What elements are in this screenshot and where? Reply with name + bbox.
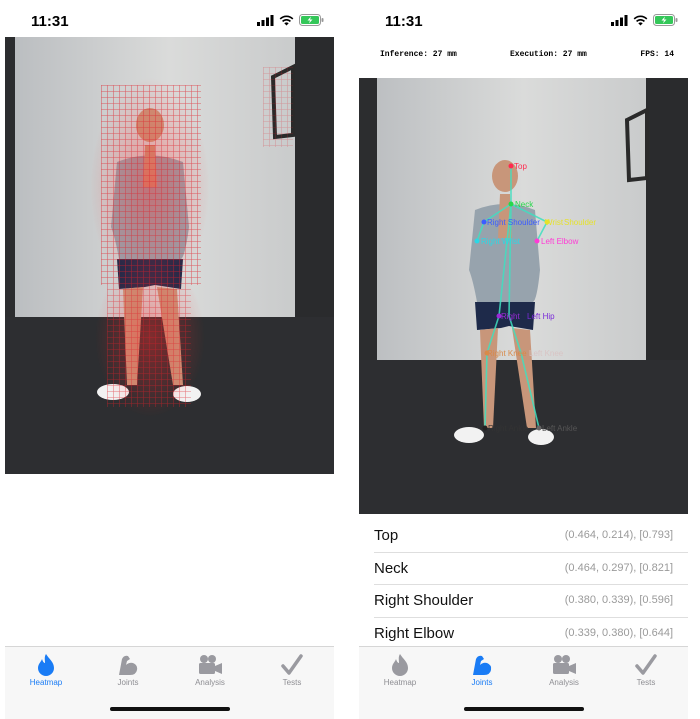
label-right-hip: Right [501, 312, 520, 321]
label-top: Top [514, 162, 527, 171]
label-neck: Neck [515, 200, 534, 209]
camera-heatmap-view [5, 37, 334, 474]
joint-value: (0.380, 0.339), [0.596] [564, 594, 673, 606]
label-left-elbow: Left Elbow [541, 237, 579, 246]
home-indicator[interactable] [110, 707, 230, 711]
joint-value: (0.464, 0.297), [0.821] [564, 561, 673, 574]
label-right-knee: Right Knee [487, 349, 527, 358]
joint-value: (0.464, 0.214), [0.793] [564, 529, 673, 541]
inference-time: Inference: 27 mm [380, 50, 457, 59]
status-time: 11:31 [385, 13, 423, 30]
tab-heatmap[interactable]: Heatmap [359, 647, 441, 697]
label-left-knee: Left Knee [529, 349, 564, 358]
label-wrist: Wrist [545, 218, 564, 227]
label-right-ankle: Right Ankle [488, 424, 529, 433]
label-right-shoulder: Right Shoulder [487, 218, 540, 227]
battery-charging-icon [653, 14, 678, 26]
joint-name: Right Shoulder [374, 592, 474, 609]
checkmark-icon [635, 654, 657, 675]
tab-analysis[interactable]: Analysis [169, 647, 251, 697]
joints-screen: 11:31 Inference: 27 mm Execution: 27 mm … [359, 0, 688, 719]
execution-time: Execution: 27 mm [510, 50, 587, 59]
joint-value: (0.339, 0.380), [0.644] [564, 626, 673, 639]
joint-name: Neck [374, 559, 409, 577]
tab-analysis[interactable]: Analysis [523, 647, 605, 697]
label-shoulder: Shoulder [564, 218, 596, 227]
joint-list: Top (0.464, 0.214), [0.793] Neck (0.464,… [359, 520, 688, 650]
flexed-arm-icon [119, 655, 138, 675]
camera-joints-view: Top Neck Right Shoulder Wrist Shoulder R… [359, 78, 688, 514]
tab-heatmap[interactable]: Heatmap [5, 647, 87, 697]
cellular-signal-icon [257, 14, 274, 26]
tab-joints[interactable]: Joints [87, 647, 169, 697]
pose-photo [5, 37, 334, 474]
cellular-signal-icon [611, 14, 628, 26]
status-time: 11:31 [31, 13, 69, 30]
battery-charging-icon [299, 14, 324, 26]
label-left-ankle: Left Ankle [542, 424, 578, 433]
performance-metrics: Inference: 27 mm Execution: 27 mm FPS: 1… [359, 46, 688, 66]
checkmark-icon [281, 654, 303, 675]
tab-bar: Heatmap Joints Analysis Tests [359, 646, 688, 719]
tab-bar: Heatmap Joints Analysis Tests [5, 646, 334, 719]
video-camera-icon [199, 655, 222, 674]
status-bar: 11:31 [359, 0, 688, 38]
home-indicator[interactable] [464, 707, 584, 711]
flame-icon [392, 654, 408, 676]
tab-tests[interactable]: Tests [251, 647, 333, 697]
flexed-arm-icon [473, 655, 492, 675]
joint-name: Top [374, 527, 399, 544]
wifi-icon [633, 15, 648, 25]
flame-icon [38, 654, 54, 676]
label-right-wrist: Right Wrist [481, 237, 521, 246]
list-item[interactable]: Top (0.464, 0.214), [0.793] [374, 520, 688, 553]
pose-photo: Top Neck Right Shoulder Wrist Shoulder R… [359, 78, 688, 514]
tab-joints[interactable]: Joints [441, 647, 523, 697]
status-bar: 11:31 [5, 0, 334, 38]
list-item[interactable]: Neck (0.464, 0.297), [0.821] [374, 553, 688, 585]
label-left-hip: Left Hip [527, 312, 555, 321]
joint-name: Right Elbow [374, 624, 455, 642]
fps-counter: FPS: 14 [640, 50, 674, 59]
wifi-icon [279, 15, 294, 25]
tab-tests[interactable]: Tests [605, 647, 687, 697]
heatmap-screen: 11:31 Heatmap Joints Analysis Tests [5, 0, 334, 719]
list-item[interactable]: Right Shoulder (0.380, 0.339), [0.596] [374, 585, 688, 618]
video-camera-icon [553, 655, 576, 674]
